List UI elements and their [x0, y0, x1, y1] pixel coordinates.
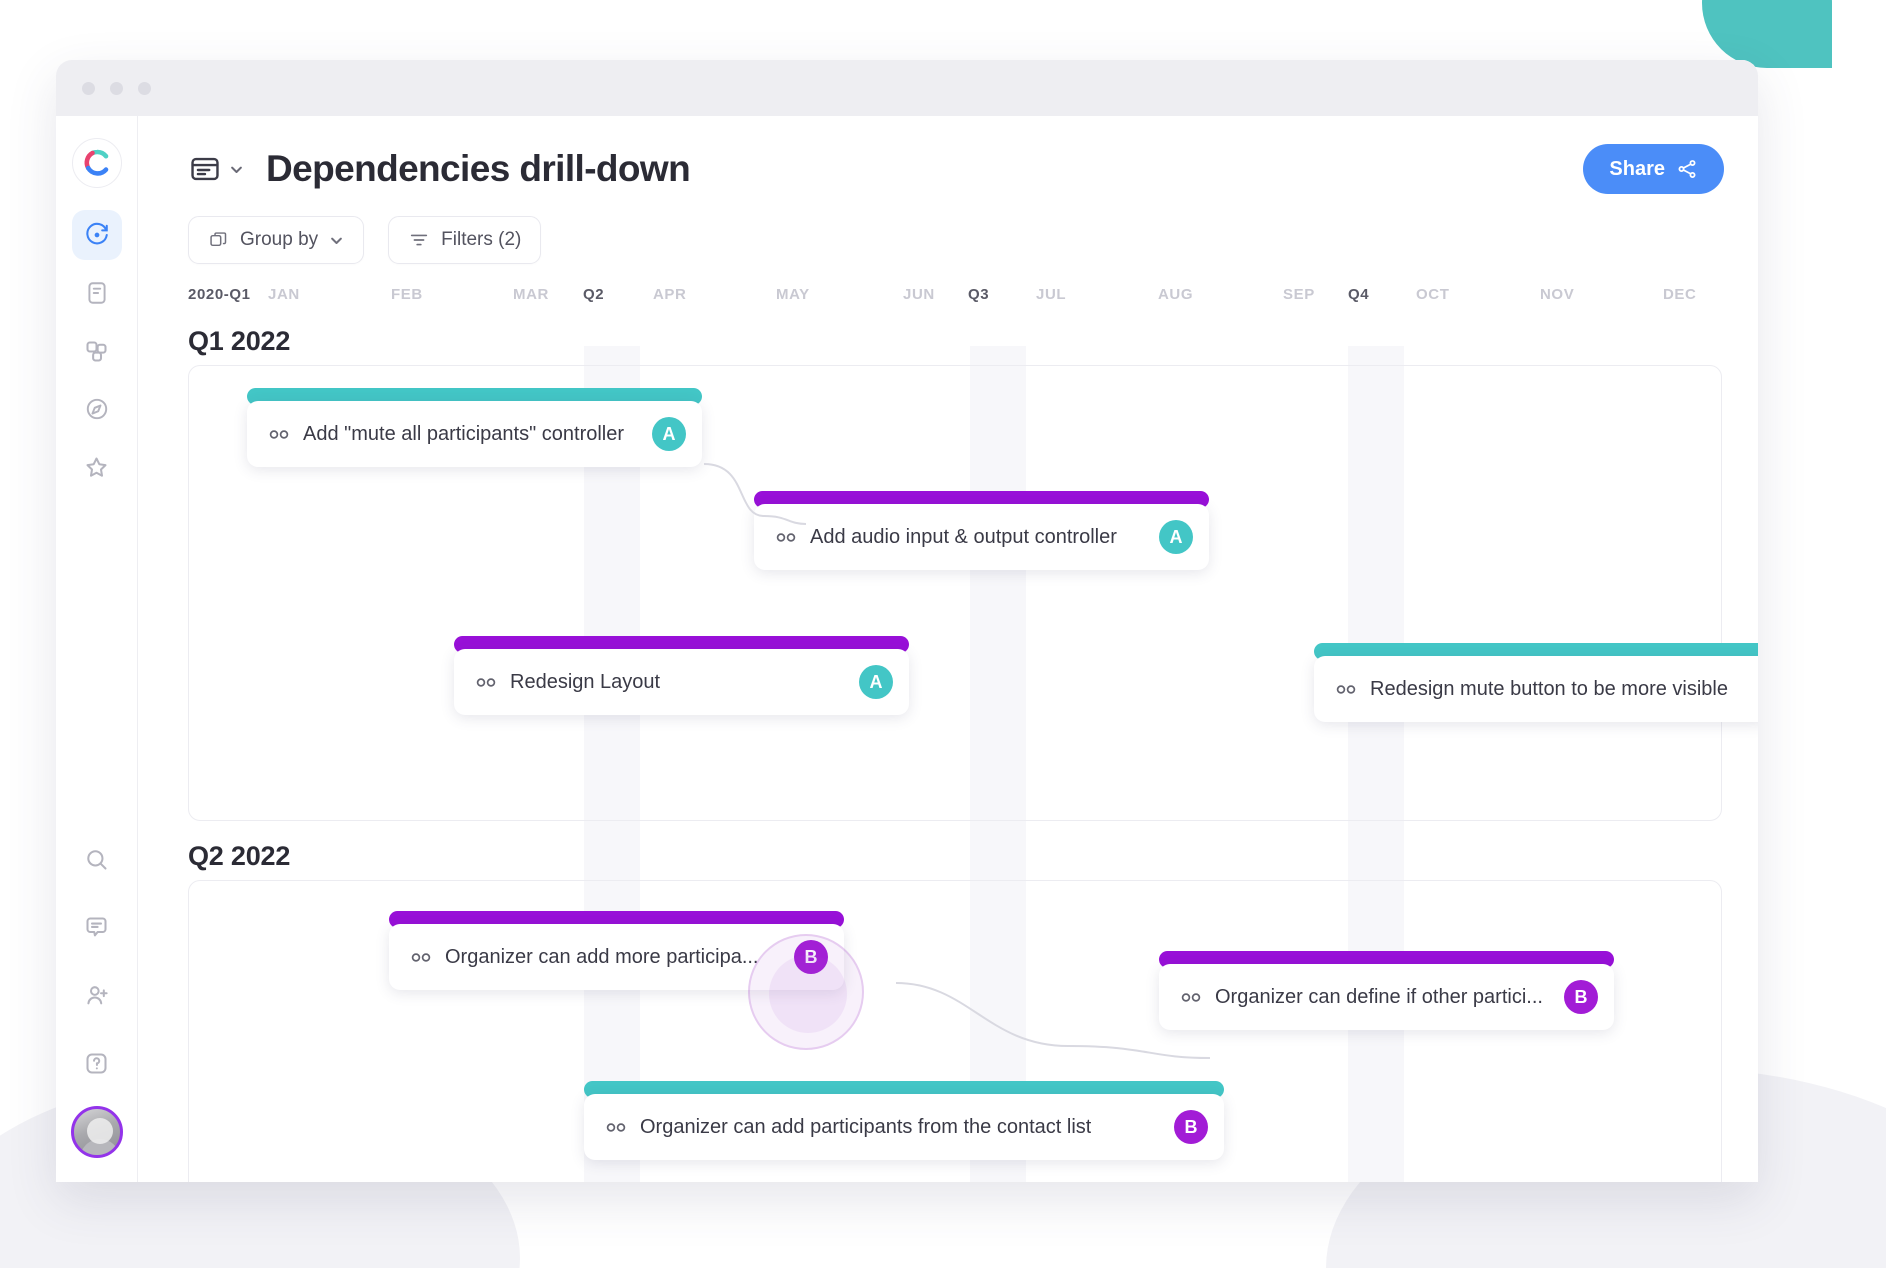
sidebar-bottom-group [70, 834, 123, 1182]
timeline-tick: DEC [1663, 286, 1697, 303]
filter-icon [408, 229, 430, 251]
assignee-avatar[interactable]: B [1174, 1110, 1208, 1144]
timeline-canvas: Q1 2022 Add "mute all participants" cont… [138, 316, 1758, 1182]
sidebar-item-docs[interactable] [72, 268, 122, 318]
task-card-body[interactable]: Add "mute all participants" controller A [247, 401, 702, 467]
browser-window: Dependencies drill-down Share Group by F… [56, 60, 1758, 1182]
dependency-icon [1336, 684, 1356, 695]
timeline-tick: Q2 [583, 286, 605, 303]
decorative-teal-shape [1702, 0, 1832, 68]
page-header: Dependencies drill-down Share [138, 116, 1758, 194]
assignee-avatar[interactable]: B [794, 940, 828, 974]
maximize-dot[interactable] [138, 81, 151, 95]
timeline-ticks: 2020-Q1 JAN FEB MAR Q2 APR MAY JUN Q3 JUL AUG SEP Q4… [188, 286, 1758, 316]
task-card-body[interactable]: Organizer can add more participa... B [389, 924, 844, 990]
timeline-tick: APR [653, 286, 687, 303]
task-card-body[interactable]: Organizer can add participants from the … [584, 1094, 1224, 1160]
filters-label: Filters (2) [441, 229, 522, 250]
sidebar-item-search[interactable] [72, 834, 122, 884]
timeline-tick: NOV [1540, 286, 1575, 303]
task-card[interactable]: Organizer can add more participa... B [389, 911, 844, 990]
avatar[interactable] [70, 1106, 123, 1158]
task-card-body[interactable]: Add audio input & output controller A [754, 504, 1209, 570]
page-title: Dependencies drill-down [266, 148, 691, 189]
task-card-body[interactable]: Redesign mute button to be more visible [1314, 656, 1758, 722]
group-panel-q2: Organizer can add more participa... B Orga… [188, 880, 1722, 1182]
task-card[interactable]: Redesign mute button to be more visible [1314, 643, 1758, 722]
left-sidebar [56, 116, 138, 1182]
task-card-label: Organizer can add participants from the … [640, 1115, 1092, 1138]
screenshot-stage: Dependencies drill-down Share Group by F… [0, 0, 1886, 1268]
timeline-tick: MAR [513, 286, 549, 303]
sidebar-item-favorites[interactable] [72, 442, 122, 492]
assignee-avatar[interactable]: A [859, 665, 893, 699]
task-card[interactable]: Organizer can define if other partici...… [1159, 951, 1614, 1030]
sidebar-item-invite[interactable] [72, 970, 122, 1020]
assignee-avatar[interactable]: A [652, 417, 686, 451]
share-button[interactable]: Share [1583, 144, 1724, 194]
close-dot[interactable] [82, 81, 95, 95]
share-button-label: Share [1609, 157, 1665, 180]
sidebar-item-comments[interactable] [72, 902, 122, 952]
timeline-tick: OCT [1416, 286, 1450, 303]
sidebar-item-explore[interactable] [72, 384, 122, 434]
task-card[interactable]: Redesign Layout A [454, 636, 909, 715]
timeline: 2020-Q1 JAN FEB MAR Q2 APR MAY JUN Q3 JUL AUG SEP Q4… [138, 286, 1758, 1182]
window-titlebar [56, 60, 1758, 116]
task-card-label: Redesign Layout [510, 670, 661, 693]
group-icon [208, 230, 229, 251]
app-body: Dependencies drill-down Share Group by F… [56, 116, 1758, 1182]
assignee-avatar[interactable]: B [1564, 980, 1598, 1014]
dependency-icon [476, 677, 496, 688]
group-title: Q2 2022 [188, 841, 291, 871]
task-card[interactable]: Add audio input & output controller A [754, 491, 1209, 570]
chevron-down-icon [329, 233, 344, 248]
task-card[interactable]: Add "mute all participants" controller A [247, 388, 702, 467]
toolbar: Group by Filters (2) [138, 194, 1758, 264]
task-card-label: Add "mute all participants" controller [303, 422, 625, 445]
task-card-label: Organizer can add more participa... [445, 945, 759, 968]
filters-button[interactable]: Filters (2) [388, 216, 542, 264]
sidebar-item-help[interactable] [72, 1038, 122, 1088]
task-card-body[interactable]: Redesign Layout A [454, 649, 909, 715]
timeline-tick: FEB [391, 286, 423, 303]
dependency-icon [606, 1122, 626, 1133]
assignee-avatar[interactable]: A [1159, 520, 1193, 554]
group-by-button[interactable]: Group by [188, 216, 365, 264]
main-content: Dependencies drill-down Share Group by F… [138, 116, 1758, 1182]
share-nodes-icon [1676, 158, 1698, 180]
timeline-tick: Q3 [968, 286, 990, 303]
group-title: Q1 2022 [188, 326, 291, 356]
timeline-tick: 2020-Q1 [188, 286, 251, 303]
minimize-dot[interactable] [110, 81, 123, 95]
craft-logo[interactable] [71, 138, 122, 188]
sidebar-item-boards[interactable] [72, 326, 122, 376]
task-card-label: Organizer can define if other partici... [1215, 985, 1543, 1008]
timeline-tick: JAN [268, 286, 300, 303]
group-by-label: Group by [240, 229, 319, 250]
timeline-tick: JUL [1036, 286, 1067, 303]
task-card[interactable]: Organizer can add participants from the … [584, 1081, 1224, 1160]
dependency-icon [269, 429, 289, 440]
timeline-tick: Q4 [1348, 286, 1370, 303]
group-panel-q1: Add "mute all participants" controller A A… [188, 365, 1758, 821]
dependency-icon [776, 532, 796, 543]
dependency-icon [1181, 992, 1201, 1003]
list-view-icon [188, 152, 222, 186]
timeline-tick: JUN [903, 286, 935, 303]
sidebar-item-launch[interactable] [71, 210, 122, 260]
task-card-label: Redesign mute button to be more visible [1370, 677, 1728, 700]
task-card-label: Add audio input & output controller [810, 525, 1117, 548]
timeline-tick: SEP [1283, 286, 1315, 303]
timeline-tick: MAY [776, 286, 810, 303]
chevron-down-icon [229, 162, 244, 177]
dependency-icon [411, 952, 431, 963]
task-card-body[interactable]: Organizer can define if other partici...… [1159, 964, 1614, 1030]
view-switcher[interactable] [188, 152, 244, 186]
timeline-tick: AUG [1158, 286, 1194, 303]
